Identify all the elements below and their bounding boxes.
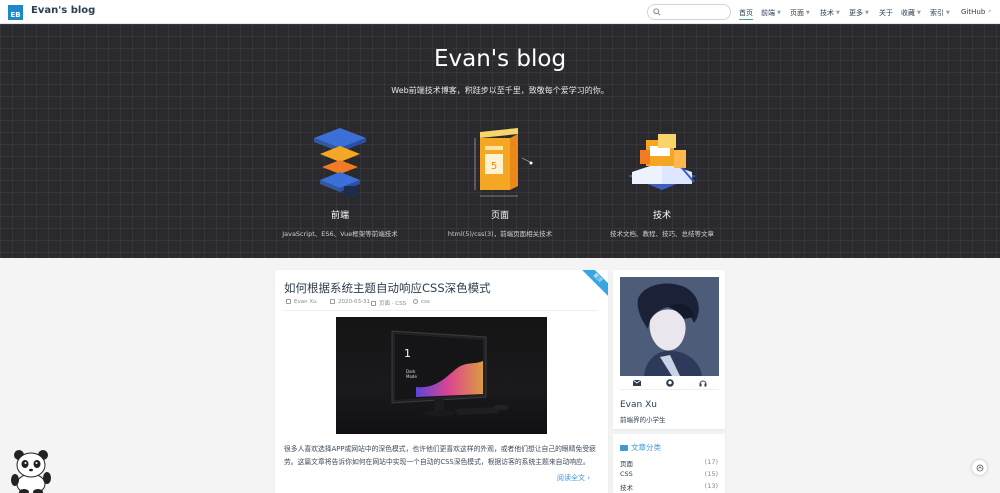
chevron-down-icon: ▼ — [865, 10, 869, 16]
nav-item-index[interactable]: 索引 ▼ — [930, 8, 950, 18]
post-cover-image[interactable]: 1 Dark Mode — [336, 317, 547, 434]
back-to-top-button[interactable] — [972, 460, 987, 475]
arrow-up-icon — [976, 464, 983, 471]
social-links — [620, 376, 719, 390]
calendar-icon — [330, 299, 335, 304]
nav-item-index-label: 索引 — [930, 9, 944, 17]
chevron-down-icon: ▼ — [836, 10, 840, 16]
user-icon — [286, 299, 291, 304]
category-name: 页面 — [620, 460, 633, 468]
feature-description: JavaScript、ES6、Vue框架等前端技术 — [282, 230, 398, 238]
search-input[interactable] — [664, 6, 726, 18]
post-category[interactable]: 页面 · CSS — [371, 299, 406, 307]
nav-item-more[interactable]: 更多 ▼ — [849, 8, 869, 18]
search-icon — [653, 8, 661, 16]
github-icon[interactable] — [665, 378, 674, 387]
nav-item-tech[interactable]: 技术 ▼ — [820, 8, 840, 18]
panda-icon — [11, 450, 51, 493]
nav-item-more-label: 更多 — [849, 9, 863, 17]
folder-icon — [620, 444, 628, 451]
post-date: 2020-03-31 — [330, 299, 370, 305]
post-category-text: 页面 · CSS — [379, 301, 407, 307]
chevron-down-icon: ▼ — [806, 10, 810, 16]
hero-banner: Evan's blog Web前端技术博客，积跬步以至千里，致敬每个爱学习的你。… — [0, 24, 1000, 258]
top-navbar: EB Evan's blog 首页 前端 ▼ 页面 ▼ 技术 ▼ 更多 ▼ 关于 收藏 ▼… — [0, 0, 1000, 24]
svg-text:5: 5 — [491, 161, 497, 172]
post-title-link[interactable]: 如何根据系统主题自动响应CSS深色模式 — [284, 280, 491, 296]
feature-title: 前端 — [330, 211, 349, 221]
nav-item-pages[interactable]: 页面 ▼ — [790, 8, 810, 18]
feature-tech[interactable]: 技术 技术文档、教程、技巧、总结等文章 — [592, 124, 732, 238]
hero-subtitle: Web前端技术博客，积跬步以至千里，致敬每个爱学习的你。 — [391, 86, 609, 95]
nav-item-favorites-label: 收藏 — [901, 9, 915, 17]
post-excerpt: 很多人喜欢选择APP或网站中的深色模式，也许他们更喜欢这样的外观，或者他们想让自… — [284, 445, 596, 466]
nav-item-about[interactable]: 关于 — [879, 8, 893, 18]
headphones-icon[interactable] — [699, 379, 707, 387]
post-meta: Evan Xu 2020-03-31 页面 · CSS css — [284, 299, 597, 311]
site-name-link[interactable]: Evan's blog — [31, 5, 95, 16]
monitor-illustration: 1 Dark Mode — [391, 330, 508, 416]
feature-title: 技术 — [652, 211, 671, 221]
category-item[interactable]: 页面 (17) — [620, 458, 718, 468]
nav-item-frontend-label: 前端 — [761, 9, 775, 17]
mail-icon[interactable] — [632, 379, 641, 387]
feature-pages[interactable]: 5 页面 html(5)/css(3)，前端页面相关技术 — [430, 124, 570, 238]
category-count: (15) — [704, 470, 718, 478]
category-heading-label: 文章分类 — [631, 443, 661, 452]
category-heading[interactable]: 文章分类 — [620, 442, 661, 453]
chevron-down-icon: ▼ — [917, 10, 921, 16]
nav-item-home[interactable]: 首页 — [739, 8, 753, 20]
chevron-right-icon: › — [587, 474, 590, 482]
post-author-name: Evan Xu — [294, 299, 317, 305]
nav-item-favorites[interactable]: 收藏 ▼ — [901, 8, 921, 18]
nav-item-github[interactable]: GitHub ↗ — [961, 8, 991, 16]
html5-page-icon: 5 — [474, 128, 533, 197]
panda-mascot-widget[interactable] — [6, 448, 56, 493]
feature-title: 页面 — [490, 211, 509, 221]
svg-text:1: 1 — [404, 347, 411, 360]
nav-item-github-label: GitHub — [961, 8, 986, 16]
search-box[interactable] — [647, 4, 731, 20]
chevron-down-icon: ▼ — [946, 10, 950, 16]
external-link-icon: ↗ — [987, 9, 992, 15]
chevron-down-icon: ▼ — [777, 10, 781, 16]
hero-title: Evan's blog — [433, 46, 567, 72]
post-author[interactable]: Evan Xu — [286, 299, 317, 305]
post-tag[interactable]: css — [413, 299, 430, 305]
avatar — [620, 277, 719, 376]
category-count: (13) — [704, 482, 718, 490]
svg-text:Mode: Mode — [406, 374, 417, 379]
author-bio: 前端界的小学生 — [620, 416, 666, 424]
folder-icon — [371, 301, 376, 306]
feature-description: 技术文档、教程、技巧、总结等文章 — [610, 230, 714, 238]
read-more-label: 阅读全文 — [556, 474, 585, 482]
read-more-link[interactable]: 阅读全文 › — [557, 473, 590, 483]
nav-item-frontend[interactable]: 前端 ▼ — [761, 8, 781, 18]
sticky-ribbon: 置顶 — [576, 270, 608, 300]
category-card: 文章分类 页面 (17) CSS (15) 技术 (13) — [613, 434, 725, 493]
nav-item-pages-label: 页面 — [790, 9, 804, 17]
profile-card: Evan Xu 前端界的小学生 — [613, 270, 725, 429]
category-item[interactable]: 技术 (13) — [620, 482, 718, 492]
post-card: 置顶 如何根据系统主题自动响应CSS深色模式 Evan Xu 2020-03-3… — [275, 270, 608, 493]
site-logo[interactable]: EB — [8, 5, 23, 20]
feature-frontend[interactable]: 前端 JavaScript、ES6、Vue框架等前端技术 — [270, 124, 410, 238]
layers-stack-icon — [314, 128, 366, 196]
category-item[interactable]: CSS (15) — [620, 470, 718, 478]
post-tag-text: css — [421, 299, 430, 305]
author-name: Evan Xu — [620, 400, 657, 410]
tag-icon — [413, 299, 418, 304]
feature-description: html(5)/css(3)，前端页面相关技术 — [447, 230, 553, 238]
category-name: CSS — [620, 470, 633, 478]
nav-item-tech-label: 技术 — [820, 9, 834, 17]
post-date-text: 2020-03-31 — [338, 299, 370, 305]
category-name: 技术 — [620, 484, 633, 492]
open-book-icon — [628, 134, 696, 190]
category-count: (17) — [704, 458, 718, 466]
